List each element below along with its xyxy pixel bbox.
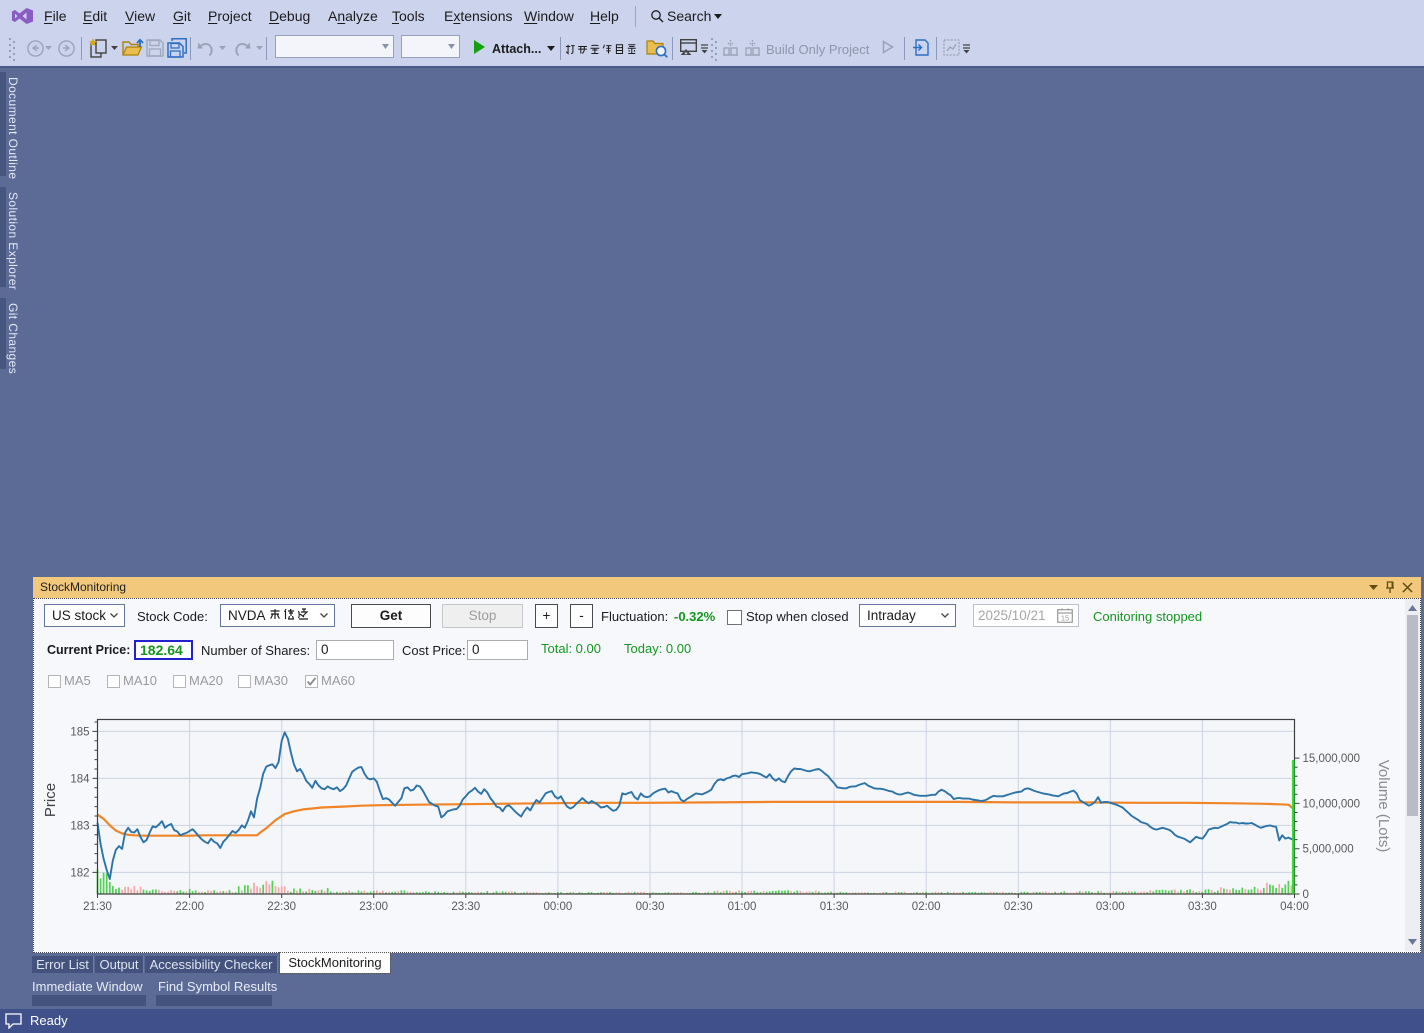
- svg-text:10,000,000: 10,000,000: [1303, 798, 1361, 810]
- svg-text:03:00: 03:00: [1096, 901, 1125, 913]
- svg-text:23:00: 23:00: [359, 901, 388, 913]
- svg-text:0: 0: [1303, 889, 1309, 901]
- svg-text:22:30: 22:30: [267, 901, 296, 913]
- svg-text:01:30: 01:30: [820, 901, 849, 913]
- svg-text:Price: Price: [42, 783, 59, 817]
- svg-text:184: 184: [70, 773, 90, 785]
- svg-text:183: 183: [70, 820, 89, 832]
- svg-text:182: 182: [70, 867, 89, 879]
- svg-text:23:30: 23:30: [451, 901, 480, 913]
- svg-text:02:00: 02:00: [912, 901, 941, 913]
- svg-text:22:00: 22:00: [175, 901, 204, 913]
- svg-text:00:30: 00:30: [636, 901, 665, 913]
- svg-text:00:00: 00:00: [544, 901, 573, 913]
- svg-text:5,000,000: 5,000,000: [1303, 844, 1354, 856]
- svg-text:01:00: 01:00: [728, 901, 757, 913]
- svg-text:04:00: 04:00: [1280, 901, 1309, 913]
- svg-text:Volume (Lots): Volume (Lots): [1375, 760, 1392, 853]
- svg-text:15,000,000: 15,000,000: [1303, 753, 1361, 765]
- svg-text:21:30: 21:30: [83, 901, 112, 913]
- svg-text:15: 15: [1061, 614, 1069, 623]
- svg-text:185: 185: [70, 726, 89, 738]
- svg-text:03:30: 03:30: [1188, 901, 1217, 913]
- svg-text:02:30: 02:30: [1004, 901, 1033, 913]
